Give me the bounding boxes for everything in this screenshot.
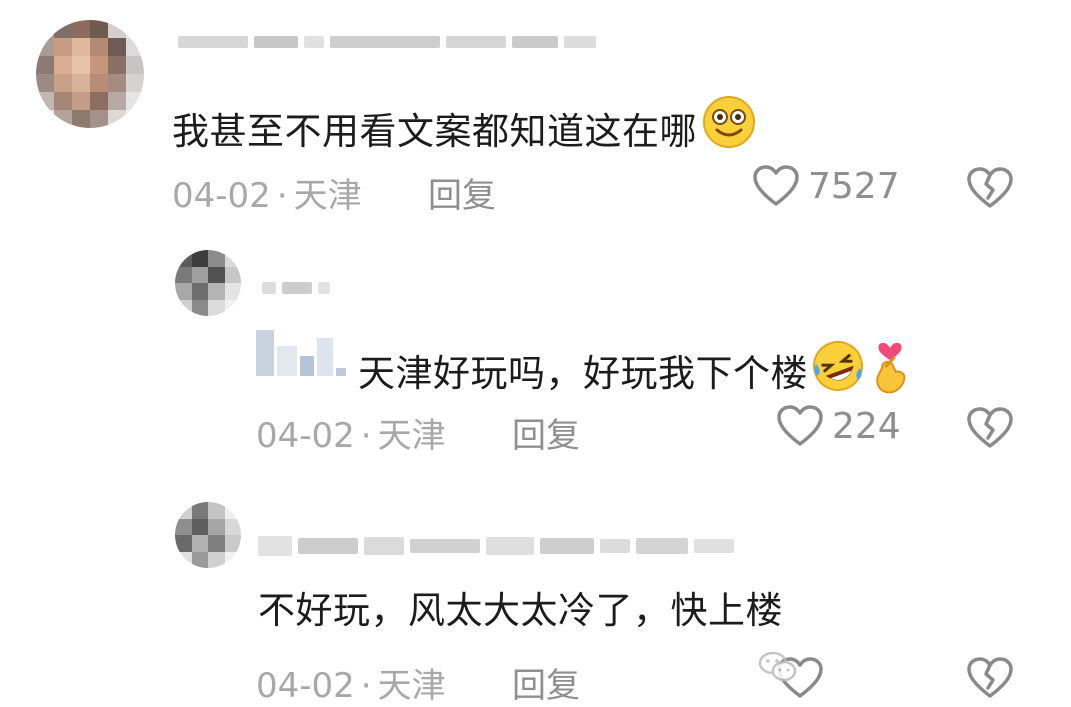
broken-heart-icon[interactable] [966,406,1014,450]
wechat-icon [758,651,797,682]
broken-heart-icon[interactable] [966,166,1014,210]
comment-text: 我甚至不用看文案都知道这在哪 [172,94,757,155]
comment-text: 天津好玩吗，好玩我下个楼 [358,334,912,397]
comment-body: 不好玩，风太大太冷了，快上楼 [258,589,783,632]
comment-meta: 04-02 · 天津 [256,408,446,457]
comment-body: 天津好玩吗，好玩我下个楼 [358,352,808,395]
username-blurred[interactable] [178,36,596,48]
smiling-face-emoji [701,94,757,150]
meta-separator: · [360,666,372,706]
reply-button[interactable]: 回复 [428,168,496,217]
comment-date: 04-02 [256,416,355,456]
broken-heart-icon[interactable] [966,656,1014,700]
like-count: 7527 [808,165,900,207]
avatar[interactable] [175,250,241,316]
watermark-logo [758,650,798,684]
rolling-laughing-emoji [810,338,866,394]
comment-meta: 04-02 · 天津 [256,658,446,707]
avatar[interactable] [175,502,241,568]
finger-heart-emoji [868,334,912,396]
reply-to-blurred[interactable] [256,330,346,376]
username-blurred[interactable] [258,536,734,556]
comment-date: 04-02 [256,666,355,706]
heart-outline-icon [776,404,824,448]
comment-text: 不好玩，风太大太冷了，快上楼 [258,588,783,634]
meta-separator: · [276,176,288,216]
comment-body: 我甚至不用看文案都知道这在哪 [172,110,697,153]
username-blurred[interactable] [262,282,330,294]
comment-meta: 04-02 · 天津 [172,168,362,217]
like-button[interactable]: 7527 [752,164,900,208]
comment-location: 天津 [293,176,362,216]
reply-button[interactable]: 回复 [512,658,580,707]
like-count: 224 [832,405,901,447]
avatar[interactable] [36,20,144,128]
comment-location: 天津 [377,666,446,706]
comment-location: 天津 [377,416,446,456]
meta-separator: · [360,416,372,456]
heart-outline-icon [752,164,800,208]
comment-date: 04-02 [172,176,271,216]
reply-button[interactable]: 回复 [512,408,580,457]
like-button[interactable]: 224 [776,404,901,448]
